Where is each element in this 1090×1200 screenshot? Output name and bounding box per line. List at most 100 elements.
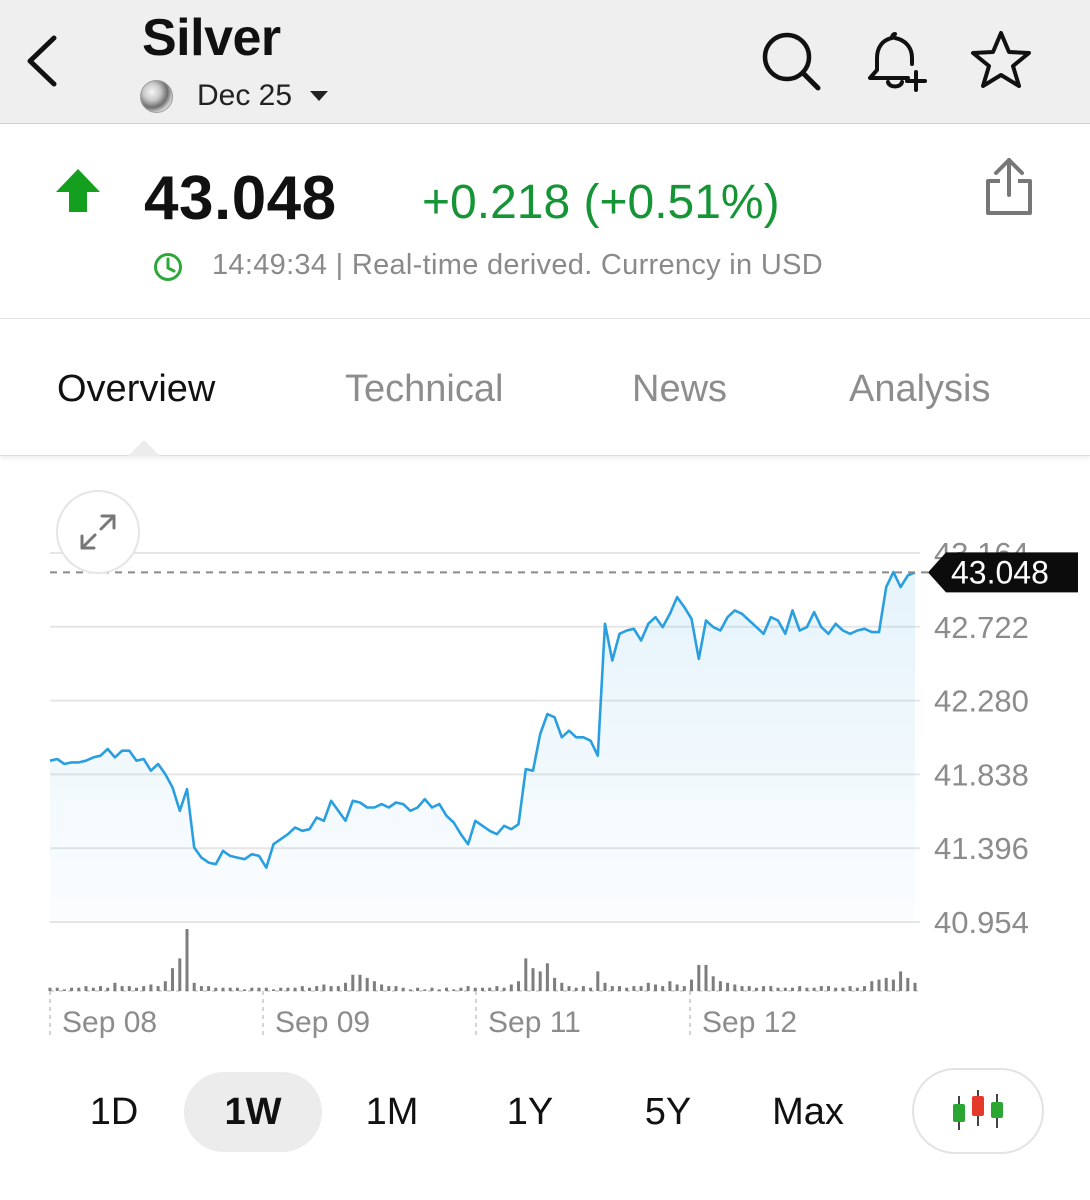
volume-bar	[70, 987, 74, 991]
volume-bar	[610, 986, 614, 991]
volume-bar	[192, 982, 196, 991]
back-button[interactable]	[18, 28, 70, 92]
volume-bar	[473, 987, 477, 991]
volume-bar	[913, 982, 917, 991]
search-button[interactable]	[758, 28, 824, 94]
volume-bar	[163, 981, 167, 991]
volume-bar	[322, 984, 326, 991]
contract-selector[interactable]: Dec 25	[140, 76, 329, 116]
volume-bar	[358, 974, 362, 991]
y-tick-label: 42.722	[934, 610, 1029, 645]
tab-technical[interactable]: Technical	[345, 368, 503, 411]
volume-bar	[257, 987, 261, 991]
range-1w[interactable]: 1W	[184, 1072, 322, 1152]
volume-bar	[235, 987, 239, 991]
x-tick-label: Sep 12	[702, 1006, 797, 1039]
volume-bar	[877, 979, 881, 991]
volume-bar	[654, 984, 657, 991]
volume-bar	[84, 986, 88, 991]
volume-bar	[416, 987, 420, 991]
volume-bar	[906, 977, 910, 991]
volume-bar	[762, 986, 766, 991]
volume-bar	[351, 974, 355, 991]
volume-bar	[855, 987, 859, 991]
volume-bar	[495, 986, 499, 991]
volume-bar	[286, 987, 290, 991]
y-tick-label: 42.280	[934, 684, 1029, 719]
volume-bar	[870, 981, 874, 991]
volume-bar	[185, 929, 189, 991]
volume-bar	[401, 987, 405, 991]
share-icon	[986, 158, 1032, 215]
volume-bar	[250, 987, 254, 991]
volume-bar	[524, 958, 528, 991]
price-chart-svg: Sep 08Sep 09Sep 11Sep 12 43.16442.72242.…	[48, 536, 1078, 1039]
volume-bar	[113, 982, 117, 991]
volume-bar	[344, 982, 347, 991]
price-alert-button[interactable]	[862, 28, 928, 94]
range-1d[interactable]: 1D	[62, 1072, 166, 1152]
range-max[interactable]: Max	[752, 1072, 864, 1152]
volume-bar	[726, 982, 730, 991]
volume-bar	[509, 984, 513, 991]
y-tick-label: 41.838	[934, 757, 1029, 792]
caret-down-icon	[310, 91, 329, 101]
volume-bar	[437, 989, 441, 991]
page-title: Silver	[142, 9, 281, 67]
expand-chart-button[interactable]	[56, 490, 140, 574]
volume-bar	[747, 986, 751, 991]
x-tick-label: Sep 09	[275, 1006, 370, 1039]
volume-bar	[430, 987, 434, 991]
range-1y[interactable]: 1Y	[478, 1072, 582, 1152]
volume-bar	[603, 982, 607, 991]
volume-bar	[423, 989, 427, 991]
volume-bar	[445, 987, 448, 991]
last-price: 43.048	[144, 164, 337, 233]
volume-bar	[798, 986, 802, 991]
volume-bar	[55, 987, 59, 991]
volume-bar	[661, 986, 665, 991]
volume-bar	[776, 987, 780, 991]
quote-panel: 43.048 +0.218 (+0.51%) 14:49:34 | Real-t…	[0, 125, 1090, 319]
volume-bar	[156, 986, 160, 991]
volume-bar	[135, 987, 138, 991]
volume-bar	[625, 987, 629, 991]
y-tick-label: 40.954	[934, 905, 1029, 940]
share-button[interactable]	[980, 155, 1038, 219]
volume-bar	[372, 981, 376, 991]
volume-bar	[819, 986, 823, 991]
volume-bar	[827, 986, 830, 991]
silver-coin-icon	[140, 79, 173, 113]
range-1m[interactable]: 1M	[340, 1072, 444, 1152]
volume-bar	[545, 963, 549, 991]
price-chart[interactable]: Sep 08Sep 09Sep 11Sep 12 43.16442.72242.…	[0, 456, 1090, 1056]
tab-analysis[interactable]: Analysis	[849, 368, 991, 411]
volume-bar	[769, 986, 773, 991]
volume-bar	[639, 986, 643, 991]
volume-bar	[272, 989, 275, 991]
volume-bar	[62, 989, 66, 991]
tab-news[interactable]: News	[632, 368, 727, 411]
volume-bar	[632, 986, 636, 991]
volume-bar	[127, 986, 131, 991]
range-5y[interactable]: 5Y	[616, 1072, 720, 1152]
volume-bar	[466, 986, 470, 991]
volume-bar	[99, 986, 102, 991]
volume-bar	[380, 984, 384, 991]
volume-bar	[581, 986, 585, 991]
expand-icon	[80, 514, 116, 550]
volume-bar	[574, 987, 578, 991]
volume-bar	[805, 987, 809, 991]
candlestick-icon	[953, 1090, 1003, 1130]
contract-label: Dec 25	[197, 79, 293, 112]
watchlist-star-button[interactable]	[968, 28, 1034, 94]
volume-bar	[77, 987, 81, 991]
volume-bar	[841, 987, 845, 991]
volume-bar	[538, 971, 542, 991]
tab-overview[interactable]: Overview	[57, 368, 215, 411]
volume-bar	[899, 971, 903, 991]
volume-bar	[199, 986, 203, 991]
chart-type-button[interactable]	[912, 1068, 1044, 1154]
volume-bar	[214, 987, 218, 991]
volume-bar	[675, 984, 679, 991]
